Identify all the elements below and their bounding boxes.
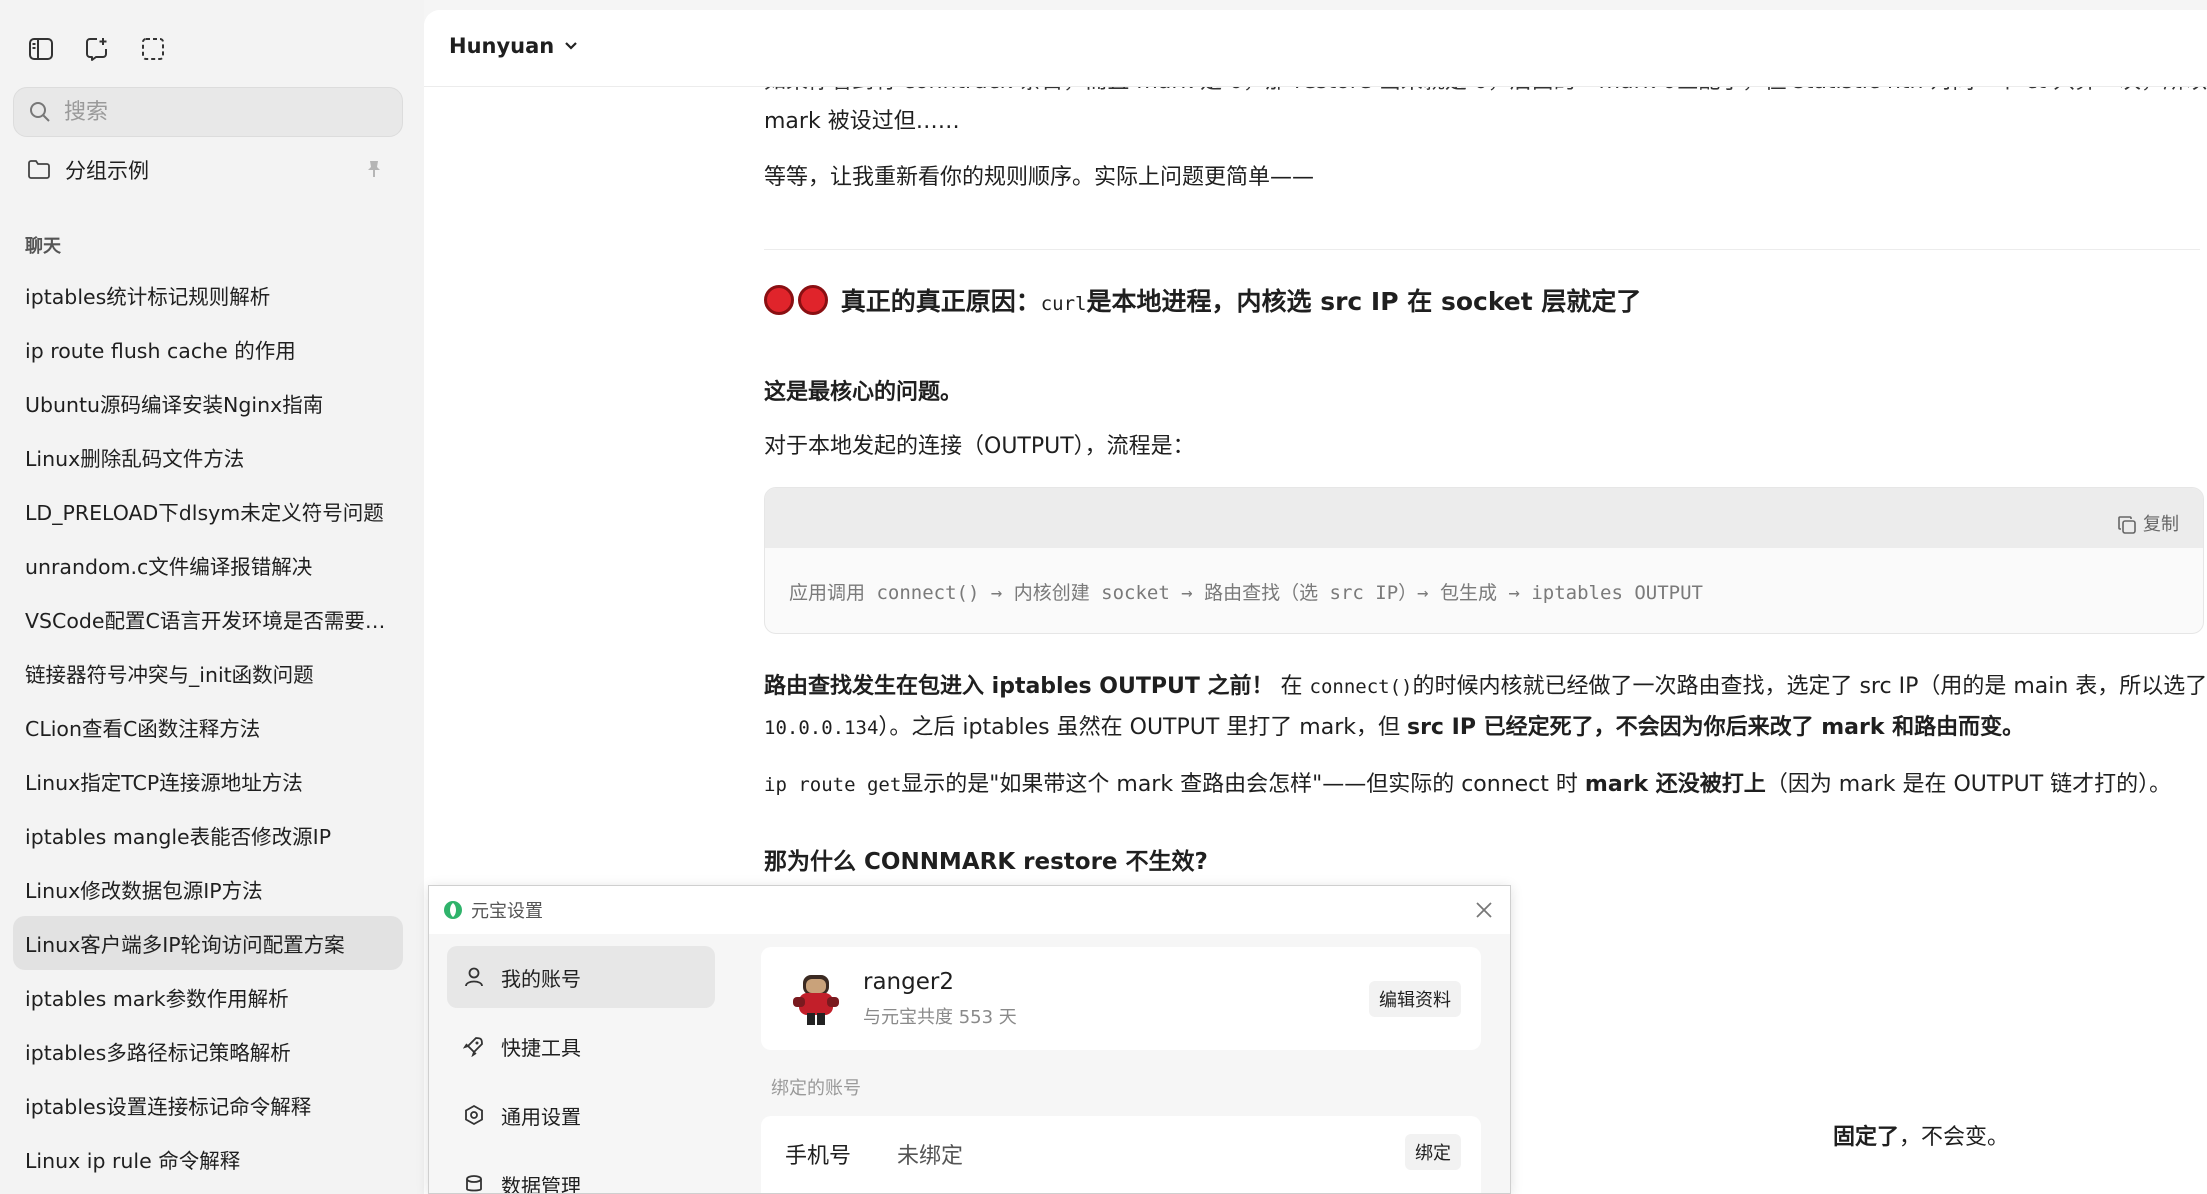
paragraph-2: 10.0.0.134）。之后 iptables 虽然在 OUTPUT 里打了 m… [764,715,2025,740]
chat-item[interactable]: Linux客户端多IP轮询访问配置方案 [13,916,403,970]
chat-section-title: 聊天 [25,236,61,257]
dialog-titlebar: 元宝设置 [429,886,1510,934]
code-block: 复制 应用调用 connect() → 内核创建 socket → 路由查找（选… [764,487,2204,634]
settings-dialog: 元宝设置 我的账号 快捷工具 通用设置 数据管理 ranger2 与元宝共度 5… [428,885,1511,1194]
group-item[interactable]: 分组示例 [13,146,403,194]
red-circle-icon [764,285,794,315]
settings-hex-icon [465,1104,483,1126]
chat-item[interactable]: Linux修改数据包源IP方法 [13,862,403,916]
sidebar-toolbar [26,34,168,64]
select-icon[interactable] [138,34,168,64]
chat-item[interactable]: iptables mangle表能否修改源IP [13,808,403,862]
avatar[interactable] [785,967,847,1029]
chat-item[interactable]: Linux ip rule 命令解释 [13,1132,403,1186]
chat-item[interactable]: LD_PRELOAD下dlsym未定义符号问题 [13,484,403,538]
edit-profile-button[interactable]: 编辑资料 [1369,981,1461,1017]
chat-item-title: LD_PRELOAD下dlsym未定义符号问题 [25,501,384,525]
chat-item-title: unrandom.c文件编译报错解决 [25,555,313,579]
close-icon[interactable] [1472,898,1496,922]
settings-content: ranger2 与元宝共度 553 天 编辑资料 绑定的账号 手机号 未绑定 绑… [731,934,1510,1193]
chat-item-title: Linux修改数据包源IP方法 [25,879,263,903]
chat-item-title: iptables设置连接标记命令解释 [25,1095,312,1119]
yuanbao-logo-icon [444,901,462,919]
search-input[interactable] [64,99,384,125]
flow-intro: 对于本地发起的连接（OUTPUT），流程是： [764,434,1195,459]
chat-item-title: Linux ip rule 命令解释 [25,1149,241,1173]
dialog-title: 元宝设置 [471,901,543,922]
rocket-icon [463,1037,483,1057]
username: ranger2 [863,969,954,995]
core-statement: 这是最核心的问题。 [764,380,963,405]
chat-item-title: iptables mangle表能否修改源IP [25,825,332,849]
chat-item-title: Linux客户端多IP轮询访问配置方案 [25,933,345,957]
nav-item-shortcuts[interactable]: 快捷工具 [447,1015,715,1077]
chat-item[interactable]: unrandom.c文件编译报错解决 [13,538,403,592]
chat-item[interactable]: 链接器符号冲突与_init函数问题 [13,646,403,700]
chat-item[interactable]: iptables设置连接标记命令解释 [13,1078,403,1132]
code-text: 应用调用 connect() → 内核创建 socket → 路由查找（选 sr… [789,582,1703,604]
chat-item[interactable]: Ubuntu源码编译安装Nginx指南 [13,376,403,430]
copy-button[interactable]: 复制 [2117,504,2179,546]
pin-icon[interactable] [367,160,381,178]
search-box[interactable] [13,87,403,137]
paragraph-3: ip route get显示的是"如果带这个 mark 查路由会怎样"——但实际… [764,772,2172,797]
chat-item[interactable]: ip route flush cache 的作用 [13,322,403,376]
bind-phone-button[interactable]: 绑定 [1405,1134,1461,1170]
text-line: mark 被设过但…… [764,109,960,134]
topbar: Hunyuan [424,10,2207,87]
profile-card: ranger2 与元宝共度 553 天 编辑资料 [761,947,1481,1050]
question-heading: 那为什么 CONNMARK restore 不生效? [764,849,1208,875]
sidebar: 分组示例 聊天 iptables统计标记规则解析 ip route flush c… [0,0,424,1194]
phone-label: 手机号 [785,1144,852,1169]
nav-item-data[interactable]: 数据管理 [447,1153,715,1193]
settings-nav: 我的账号 快捷工具 通用设置 数据管理 [429,934,731,1193]
chat-item-title: Linux指定TCP连接源地址方法 [25,771,303,795]
search-icon [30,102,50,122]
bound-accounts-title: 绑定的账号 [771,1078,861,1099]
chevron-down-icon [565,42,578,50]
chat-list: iptables统计标记规则解析 ip route flush cache 的作用… [13,268,403,1186]
folder-icon [28,160,50,179]
copy-icon [2118,516,2136,534]
chat-item-title: CLion查看C函数注释方法 [25,717,261,741]
chat-item-title: Ubuntu源码编译安装Nginx指南 [25,393,324,417]
chat-item[interactable]: Linux指定TCP连接源地址方法 [13,754,403,808]
code-header: 复制 [765,488,2203,548]
divider [764,249,2200,250]
model-selector[interactable]: Hunyuan [449,34,578,58]
paragraph-1: 路由查找发生在包进入 iptables OUTPUT 之前！ 在 connect… [764,674,2207,699]
chat-item-title: iptables统计标记规则解析 [25,285,271,309]
chat-item[interactable]: VSCode配置C语言开发环境是否需要… [13,592,403,646]
new-chat-icon[interactable] [82,34,112,64]
group-label: 分组示例 [65,159,149,183]
membership-days: 与元宝共度 553 天 [863,1007,1017,1028]
chat-item-title: 链接器符号冲突与_init函数问题 [25,663,314,687]
text-line: 等等，让我重新看你的规则顺序。实际上问题更简单—— [764,165,1315,190]
chat-item[interactable]: iptables mark参数作用解析 [13,970,403,1024]
user-icon [465,967,483,987]
app-window: 分组示例 聊天 iptables统计标记规则解析 ip route flush c… [0,0,2207,1194]
partial-line: 固定了，不会变。 [1833,1125,2010,1150]
nav-item-account[interactable]: 我的账号 [447,946,715,1008]
sidebar-toggle-icon[interactable] [26,34,56,64]
phone-status: 未绑定 [897,1144,964,1169]
chat-item-title: Linux删除乱码文件方法 [25,447,245,471]
chat-item-title: VSCode配置C语言开发环境是否需要… [25,609,386,633]
chat-item[interactable]: iptables统计标记规则解析 [13,268,403,322]
section-heading: 真正的真正原因：curl是本地进程，内核选 src IP 在 socket 层就… [764,281,1641,325]
chat-item[interactable]: CLion查看C函数注释方法 [13,700,403,754]
chat-item[interactable]: iptables多路径标记策略解析 [13,1024,403,1078]
model-name: Hunyuan [449,34,555,58]
chat-item-title: iptables多路径标记策略解析 [25,1041,291,1065]
nav-item-general[interactable]: 通用设置 [447,1084,715,1146]
chat-item-title: ip route flush cache 的作用 [25,339,296,363]
data-icon [466,1175,482,1192]
chat-item-title: iptables mark参数作用解析 [25,987,289,1011]
phone-binding-card: 手机号 未绑定 绑定 [761,1116,1481,1193]
red-circle-icon [798,285,828,315]
chat-item[interactable]: Linux删除乱码文件方法 [13,430,403,484]
